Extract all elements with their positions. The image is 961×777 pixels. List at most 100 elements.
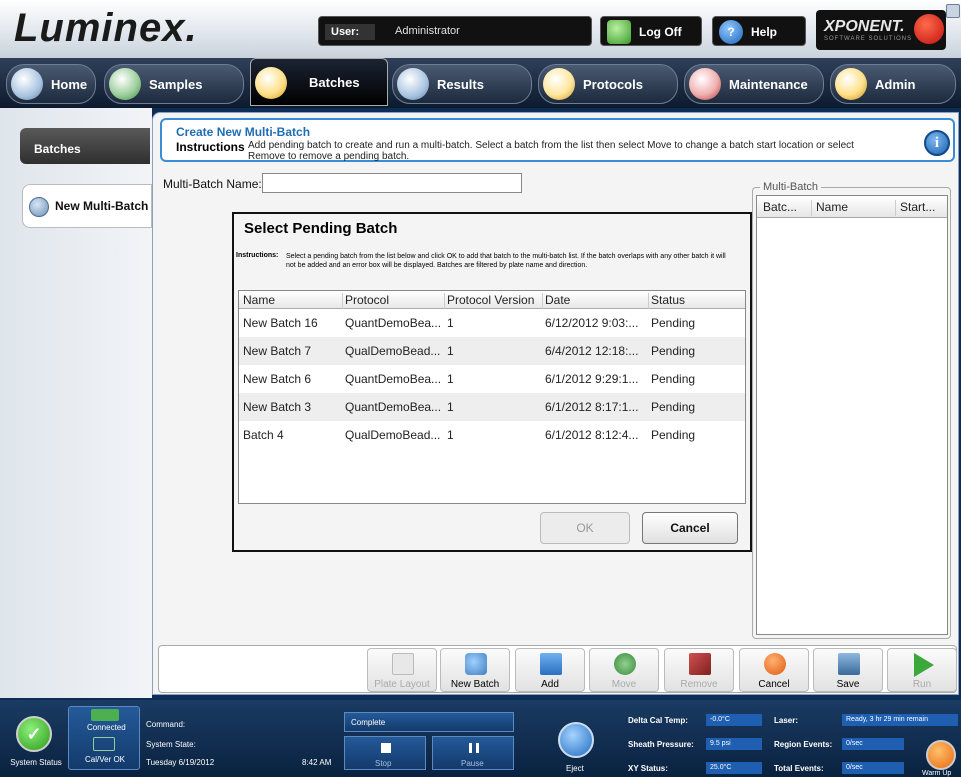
- pause-button[interactable]: Pause: [432, 736, 514, 770]
- tab-maintenance[interactable]: Maintenance: [684, 64, 824, 104]
- eject-icon[interactable]: [558, 722, 594, 758]
- save-icon: [838, 653, 860, 675]
- user-box: User: Administrator: [318, 16, 592, 46]
- multi-batch-name-label: Multi-Batch Name:: [163, 177, 262, 191]
- warm-up-icon[interactable]: [926, 740, 956, 770]
- tab-admin[interactable]: Admin: [830, 64, 956, 104]
- column-header-batch[interactable]: Batc...: [763, 200, 797, 214]
- info-icon[interactable]: i: [924, 130, 950, 156]
- tab-batches[interactable]: Batches: [250, 58, 388, 106]
- tab-samples[interactable]: Samples: [104, 64, 244, 104]
- progress-label: Complete: [351, 718, 386, 727]
- sheath-pressure-label: Sheath Pressure:: [628, 740, 694, 749]
- table-row[interactable]: Batch 4 QualDemoBead... 1 6/1/2012 8:12:…: [239, 421, 745, 449]
- help-icon: ?: [719, 20, 743, 44]
- command-label: Command:: [146, 720, 186, 729]
- dialog-title: Select Pending Batch: [244, 220, 398, 237]
- new-batch-icon: [465, 653, 487, 675]
- cell-status: Pending: [651, 316, 696, 330]
- toolbar-cancel-label: Cancel: [758, 679, 790, 690]
- connected-label: Connected: [87, 723, 126, 732]
- plate-layout-button[interactable]: Plate Layout: [367, 648, 437, 692]
- xponent-logo: XPONENT. SOFTWARE SOLUTIONS: [816, 10, 946, 50]
- region-events-value: 0/sec: [842, 738, 904, 750]
- delta-cal-label: Delta Cal Temp:: [628, 716, 688, 725]
- tab-results[interactable]: Results: [392, 64, 532, 104]
- user-name: Administrator: [395, 25, 460, 37]
- tab-protocols[interactable]: Protocols: [538, 64, 678, 104]
- save-button[interactable]: Save: [813, 648, 883, 692]
- column-header-date[interactable]: Date: [545, 293, 649, 309]
- cell-status: Pending: [651, 400, 696, 414]
- samples-icon: [109, 68, 141, 100]
- column-header-start[interactable]: Start...: [895, 200, 935, 216]
- multi-batch-list[interactable]: Batc... Name Start...: [756, 195, 948, 635]
- tab-home[interactable]: Home: [6, 64, 96, 104]
- cell-status: Pending: [651, 428, 696, 442]
- play-icon: [914, 653, 934, 677]
- multi-batch-header: Batc... Name Start...: [757, 196, 947, 218]
- table-row[interactable]: New Batch 7 QualDemoBead... 1 6/4/2012 1…: [239, 337, 745, 365]
- run-button[interactable]: Run: [887, 648, 957, 692]
- help-button[interactable]: ? Help: [712, 16, 806, 46]
- remove-label: Remove: [680, 679, 718, 690]
- sidebar-item-batches[interactable]: Batches: [20, 128, 150, 164]
- user-label: User:: [325, 24, 375, 40]
- tab-results-label: Results: [437, 77, 484, 92]
- column-header-protocol-version[interactable]: Protocol Version: [447, 293, 543, 309]
- remove-icon: [689, 653, 711, 675]
- time-label: 8:42 AM: [302, 758, 332, 767]
- table-row[interactable]: New Batch 3 QuantDemoBea... 1 6/1/2012 8…: [239, 393, 745, 421]
- cancel-button[interactable]: Cancel: [642, 512, 738, 544]
- system-status-button[interactable]: ✓ System Status: [4, 714, 64, 774]
- sidebar-item-new-multi-batch[interactable]: New Multi-Batch: [22, 184, 152, 228]
- add-button[interactable]: Add: [515, 648, 585, 692]
- cell-protocol-version: 1: [447, 372, 454, 386]
- logoff-button[interactable]: Log Off: [600, 16, 702, 46]
- cell-protocol-version: 1: [447, 428, 454, 442]
- move-label: Move: [611, 679, 637, 690]
- cell-name: New Batch 16: [243, 316, 318, 330]
- cell-date: 6/1/2012 9:29:1...: [545, 372, 639, 386]
- calver-label: Cal/Ver OK: [85, 755, 126, 764]
- column-header-protocol[interactable]: Protocol: [345, 293, 445, 309]
- date-label: Tuesday 6/19/2012: [146, 758, 215, 767]
- stop-button[interactable]: Stop: [344, 736, 426, 770]
- table-row[interactable]: New Batch 16 QuantDemoBea... 1 6/12/2012…: [239, 309, 745, 337]
- toolbar-cancel-button[interactable]: Cancel: [739, 648, 809, 692]
- cell-date: 6/1/2012 8:12:4...: [545, 428, 639, 442]
- plate-layout-label: Plate Layout: [374, 679, 430, 690]
- tab-admin-label: Admin: [875, 77, 916, 92]
- stop-label: Stop: [375, 759, 392, 768]
- plate-layout-icon: [392, 653, 414, 675]
- status-bar: ✓ System Status Connected Cal/Ver OK Com…: [0, 700, 961, 777]
- pause-label: Pause: [461, 759, 484, 768]
- cell-status: Pending: [651, 372, 696, 386]
- region-events-label: Region Events:: [774, 740, 833, 749]
- add-icon: [540, 653, 562, 675]
- remove-button[interactable]: Remove: [664, 648, 734, 692]
- results-icon: [397, 68, 429, 100]
- cell-date: 6/4/2012 12:18:...: [545, 344, 639, 358]
- logoff-icon: [607, 20, 631, 44]
- dialog-instructions-label: Instructions:: [236, 252, 279, 259]
- minimize-window-icon[interactable]: [946, 4, 960, 18]
- eject-label: Eject: [566, 764, 584, 773]
- ok-button[interactable]: OK: [540, 512, 630, 544]
- xy-status-label: XY Status:: [628, 764, 668, 773]
- add-label: Add: [541, 679, 559, 690]
- main-nav: Home Samples Batches Results Protocols M…: [0, 58, 961, 108]
- laser-label: Laser:: [774, 716, 799, 725]
- radio-dot-icon: [29, 197, 49, 217]
- new-batch-button[interactable]: New Batch: [440, 648, 510, 692]
- tab-home-label: Home: [51, 77, 88, 92]
- column-header-name[interactable]: Name: [811, 200, 848, 216]
- column-header-status[interactable]: Status: [651, 293, 743, 309]
- multi-batch-name-input[interactable]: [262, 173, 522, 193]
- move-button[interactable]: Move: [589, 648, 659, 692]
- page-title: Create New Multi-Batch: [176, 125, 311, 139]
- save-label: Save: [836, 679, 860, 690]
- column-header-name[interactable]: Name: [243, 293, 343, 309]
- xy-status-value: 25.0°C: [706, 762, 762, 774]
- table-row[interactable]: New Batch 6 QuantDemoBea... 1 6/1/2012 9…: [239, 365, 745, 393]
